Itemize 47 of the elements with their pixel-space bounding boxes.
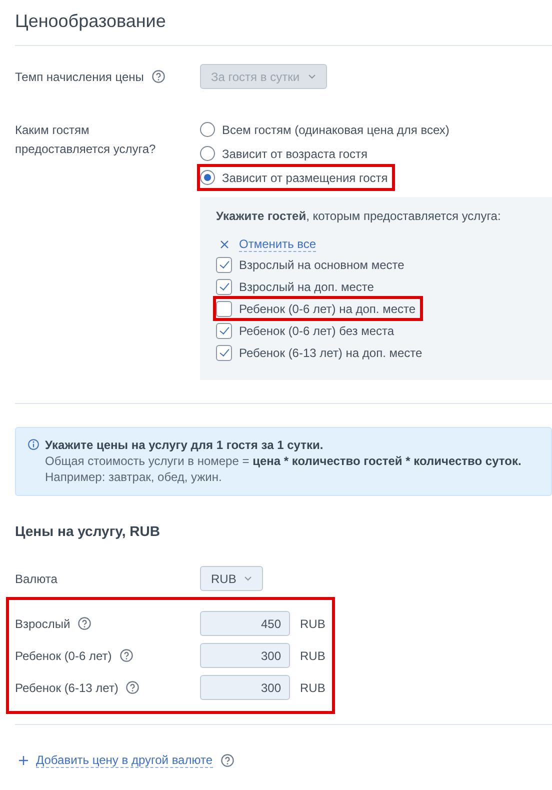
field-label: Темп начисления цены [15, 70, 144, 84]
checkbox-option[interactable]: Взрослый на основном месте [213, 252, 412, 277]
radio-button[interactable] [200, 170, 215, 185]
currency-unit: RUB [300, 680, 326, 694]
checkbox-option[interactable]: Ребенок (0-6 лет) на доп. месте [213, 296, 423, 321]
field-label: Ребенок (0-6 лет) [15, 648, 112, 662]
field-label: Валюта [15, 572, 58, 586]
section-title: Ценообразование [15, 10, 167, 33]
checkbox[interactable] [216, 300, 232, 316]
checkbox-option[interactable]: Ребенок (0-6 лет) без места [213, 318, 402, 343]
help-icon [126, 681, 140, 694]
price-input[interactable]: 450 [200, 611, 290, 636]
info-text: Например: завтрак, обед, ужин. [45, 469, 223, 485]
field-label: Каким гостям предоставляется услуга? [15, 122, 157, 158]
help-icon [78, 617, 92, 630]
price-input[interactable]: 300 [200, 643, 290, 668]
caret-icon [308, 74, 316, 79]
radio-option[interactable]: Зависит от возраста гостя [197, 140, 375, 167]
field-label: Взрослый [15, 616, 70, 630]
checkbox[interactable] [216, 278, 232, 294]
checkbox[interactable] [216, 256, 232, 272]
currency-unit: RUB [300, 648, 326, 662]
radio-button[interactable] [200, 122, 215, 137]
info-text: Укажите цены на услугу для 1 гостя за 1 сутки. [45, 437, 324, 453]
field-label: Ребенок (6-13 лет) [15, 680, 118, 694]
checkbox-option[interactable]: Ребенок (6-13 лет) на доп. месте [213, 340, 430, 365]
clear-all-link[interactable]: Отменить все [239, 236, 316, 252]
help-icon [220, 754, 234, 767]
panel-prompt: Укажите гостей, которым предоставляется услуга: [216, 209, 502, 223]
checkbox[interactable] [216, 322, 232, 338]
plus-icon [19, 756, 28, 765]
add-currency-link[interactable]: Добавить цену в другой валюте [36, 753, 213, 768]
caret-icon [244, 576, 252, 581]
radio-button[interactable] [200, 146, 215, 161]
radio-option[interactable]: Зависит от размещения гостя [197, 164, 395, 191]
help-icon [120, 649, 133, 662]
price-input[interactable]: 300 [200, 675, 290, 700]
close-icon [220, 240, 229, 248]
currency-unit: RUB [300, 616, 326, 630]
info-text: Общая стоимость услуги в номере = цена * количество гостей * количество суток. [45, 453, 522, 469]
currency-dropdown[interactable]: RUB [200, 566, 264, 591]
checkbox[interactable] [216, 344, 232, 360]
help-icon [152, 70, 165, 83]
radio-option[interactable]: Всем гостям (одинаковая цена для всех) [197, 116, 456, 143]
section-heading: Цены на услугу, RUB [15, 523, 162, 539]
info-icon [28, 439, 39, 450]
checkbox-option[interactable]: Взрослый на доп. месте [213, 274, 381, 299]
